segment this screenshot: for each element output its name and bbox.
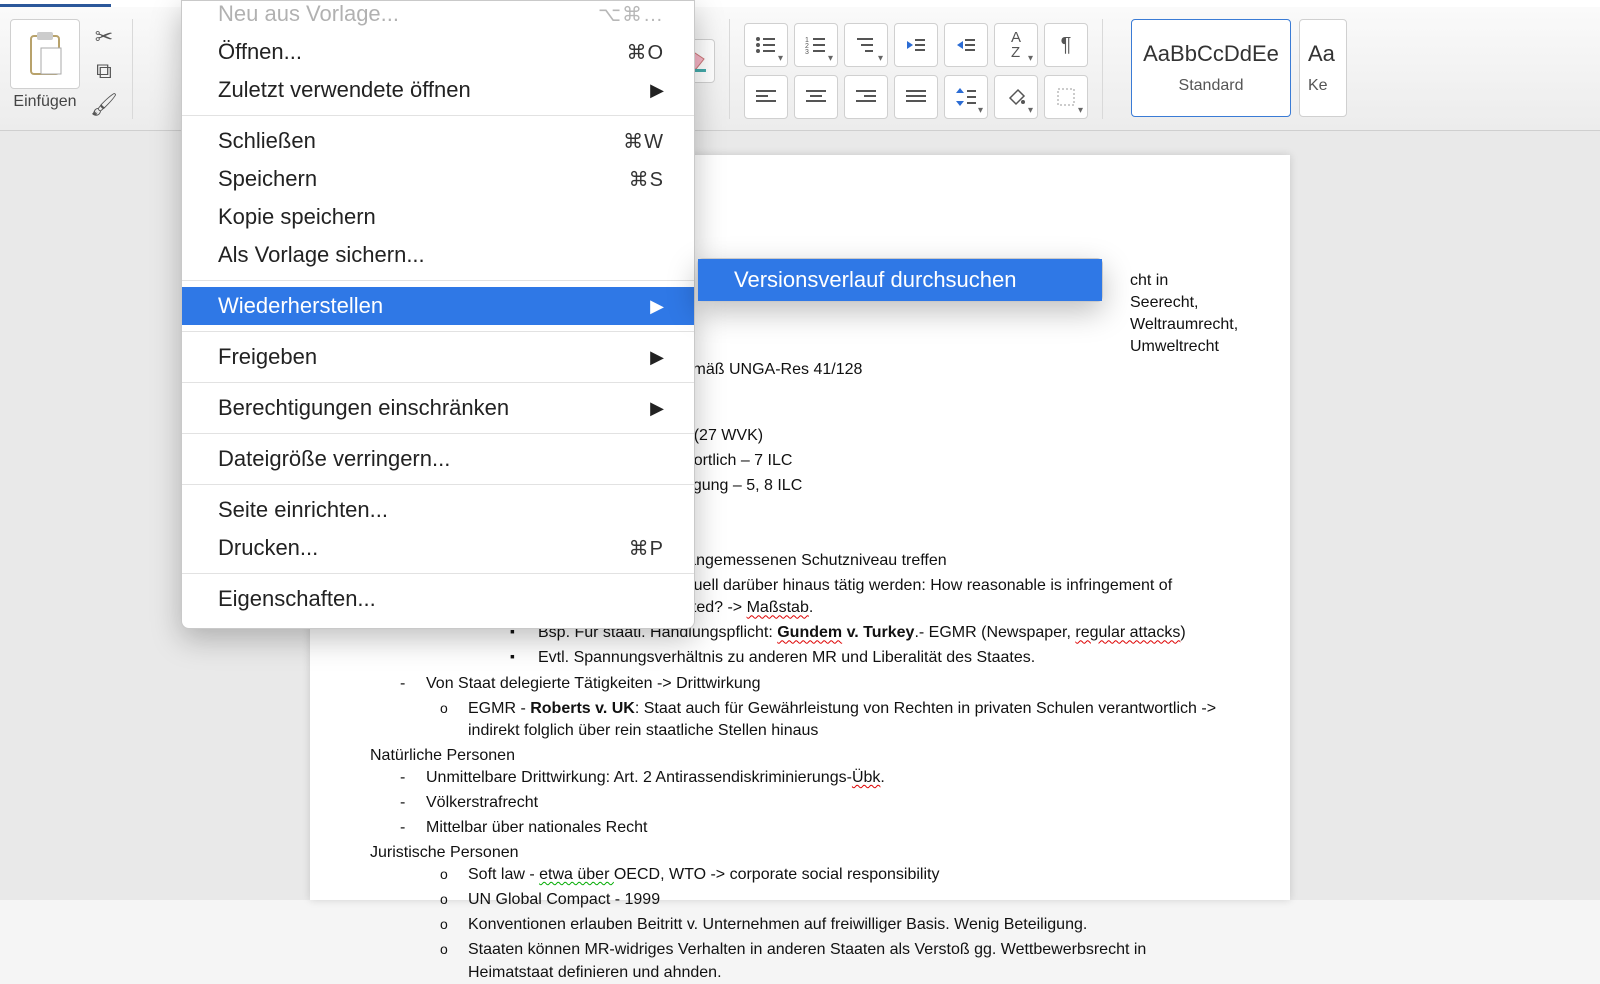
- borders-button[interactable]: [1044, 75, 1088, 119]
- menu-item-share[interactable]: Freigeben▶: [182, 338, 694, 376]
- menu-item-recent[interactable]: Zuletzt verwendete öffnen▶: [182, 71, 694, 109]
- menu-separator: [182, 331, 694, 332]
- numbering-button[interactable]: 123: [794, 23, 838, 67]
- style-next[interactable]: Aa Ke: [1299, 19, 1347, 117]
- menu-item-close[interactable]: Schließen⌘W: [182, 122, 694, 160]
- style-preview-text: AaBbCcDdEe: [1143, 41, 1279, 67]
- justify-icon: [906, 89, 926, 105]
- list-item: EGMR - Roberts v. UK: Staat auch für Gew…: [440, 698, 1230, 742]
- indent-icon: [955, 36, 977, 54]
- line-spacing-button[interactable]: [944, 75, 988, 119]
- spacing-icon: [956, 88, 976, 106]
- align-left-icon: [756, 89, 776, 105]
- show-marks-button[interactable]: ¶: [1044, 23, 1088, 67]
- menu-separator: [182, 280, 694, 281]
- ribbon-separator: [1102, 19, 1103, 119]
- body-text: cht in Seerecht, Weltraumrecht, Umweltre…: [1130, 270, 1230, 358]
- list-item: Von Staat delegierte Tätigkeiten -> Drit…: [400, 673, 1230, 695]
- multilevel-icon: [855, 36, 877, 54]
- align-right-button[interactable]: [844, 75, 888, 119]
- menu-item-print[interactable]: Drucken...⌘P: [182, 529, 694, 567]
- menu-separator: [182, 433, 694, 434]
- subheading: Juristische Personen: [370, 842, 1230, 864]
- copy-button[interactable]: ⧉: [90, 57, 118, 85]
- cut-button[interactable]: ✂: [90, 23, 118, 51]
- menu-item-reduce-size[interactable]: Dateigröße verringern...: [182, 440, 694, 478]
- outdent-icon: [905, 36, 927, 54]
- list-item: Unmittelbare Drittwirkung: Art. 2 Antira…: [400, 767, 1230, 789]
- numbering-icon: 123: [805, 36, 827, 54]
- style-standard[interactable]: AaBbCcDdEe Standard: [1131, 19, 1291, 117]
- menu-item-save-copy[interactable]: Kopie speichern: [182, 198, 694, 236]
- sort-button[interactable]: AZ: [994, 23, 1038, 67]
- circle-list: EGMR - Roberts v. UK: Staat auch für Gew…: [440, 698, 1230, 742]
- restore-submenu[interactable]: Versionsverlauf durchsuchen: [697, 258, 1103, 302]
- dash-list: Von Staat delegierte Tätigkeiten -> Drit…: [400, 673, 1230, 695]
- pilcrow-icon: ¶: [1061, 34, 1072, 57]
- sort-icon: AZ: [1011, 30, 1021, 60]
- list-item: Evtl. Spannungsverhältnis zu anderen MR …: [510, 647, 1230, 669]
- subheading: Natürliche Personen: [370, 745, 1230, 767]
- menu-item-page-setup[interactable]: Seite einrichten...: [182, 491, 694, 529]
- submenu-item-version-history[interactable]: Versionsverlauf durchsuchen: [698, 259, 1102, 301]
- active-tab-indicator: [0, 0, 111, 7]
- bucket-icon: [1006, 88, 1026, 106]
- bullets-button[interactable]: [744, 23, 788, 67]
- decrease-indent-button[interactable]: [894, 23, 938, 67]
- align-center-button[interactable]: [794, 75, 838, 119]
- circle-list: Soft law - etwa über OECD, WTO -> corpor…: [440, 864, 1230, 983]
- menu-separator: [182, 484, 694, 485]
- menu-separator: [182, 115, 694, 116]
- menu-item-open[interactable]: Öffnen...⌘O: [182, 33, 694, 71]
- ribbon-separator: [132, 19, 133, 119]
- menu-item-save[interactable]: Speichern⌘S: [182, 160, 694, 198]
- shading-button[interactable]: [994, 75, 1038, 119]
- menu-item-properties[interactable]: Eigenschaften...: [182, 580, 694, 618]
- style-name-label: Standard: [1179, 77, 1244, 95]
- align-right-icon: [856, 89, 876, 105]
- increase-indent-button[interactable]: [944, 23, 988, 67]
- list-item: Staaten können MR-widriges Verhalten in …: [440, 939, 1230, 983]
- list-item: Konventionen erlauben Beitritt v. Untern…: [440, 914, 1230, 936]
- menu-separator: [182, 382, 694, 383]
- menu-item-new-template[interactable]: Neu aus Vorlage...⌥⌘…: [182, 0, 694, 33]
- justify-button[interactable]: [894, 75, 938, 119]
- align-center-icon: [806, 89, 826, 105]
- format-painter-button[interactable]: 🖌: [90, 91, 118, 119]
- menu-item-save-template[interactable]: Als Vorlage sichern...: [182, 236, 694, 274]
- paste-button[interactable]: [10, 19, 80, 89]
- dash-list: Unmittelbare Drittwirkung: Art. 2 Antira…: [400, 767, 1230, 839]
- list-item: Völkerstrafrecht: [400, 792, 1230, 814]
- menu-separator: [182, 573, 694, 574]
- ribbon-separator: [729, 19, 730, 119]
- svg-text:3: 3: [805, 49, 809, 54]
- menu-item-restore[interactable]: Wiederherstellen▶: [182, 287, 694, 325]
- multilevel-list-button[interactable]: [844, 23, 888, 67]
- menu-item-permissions[interactable]: Berechtigungen einschränken▶: [182, 389, 694, 427]
- list-item: Soft law - etwa über OECD, WTO -> corpor…: [440, 864, 1230, 886]
- list-item: UN Global Compact - 1999: [440, 889, 1230, 911]
- styles-gallery: AaBbCcDdEe Standard Aa Ke: [1131, 19, 1347, 124]
- file-menu[interactable]: Neu aus Vorlage...⌥⌘… Öffnen...⌘O Zuletz…: [181, 0, 695, 629]
- borders-icon: [1057, 88, 1075, 106]
- paste-group: Einfügen: [10, 19, 80, 124]
- bullets-icon: [755, 36, 777, 54]
- paste-label: Einfügen: [13, 93, 76, 111]
- align-left-button[interactable]: [744, 75, 788, 119]
- list-item: Mittelbar über nationales Recht: [400, 817, 1230, 839]
- clipboard-icon: [23, 30, 67, 78]
